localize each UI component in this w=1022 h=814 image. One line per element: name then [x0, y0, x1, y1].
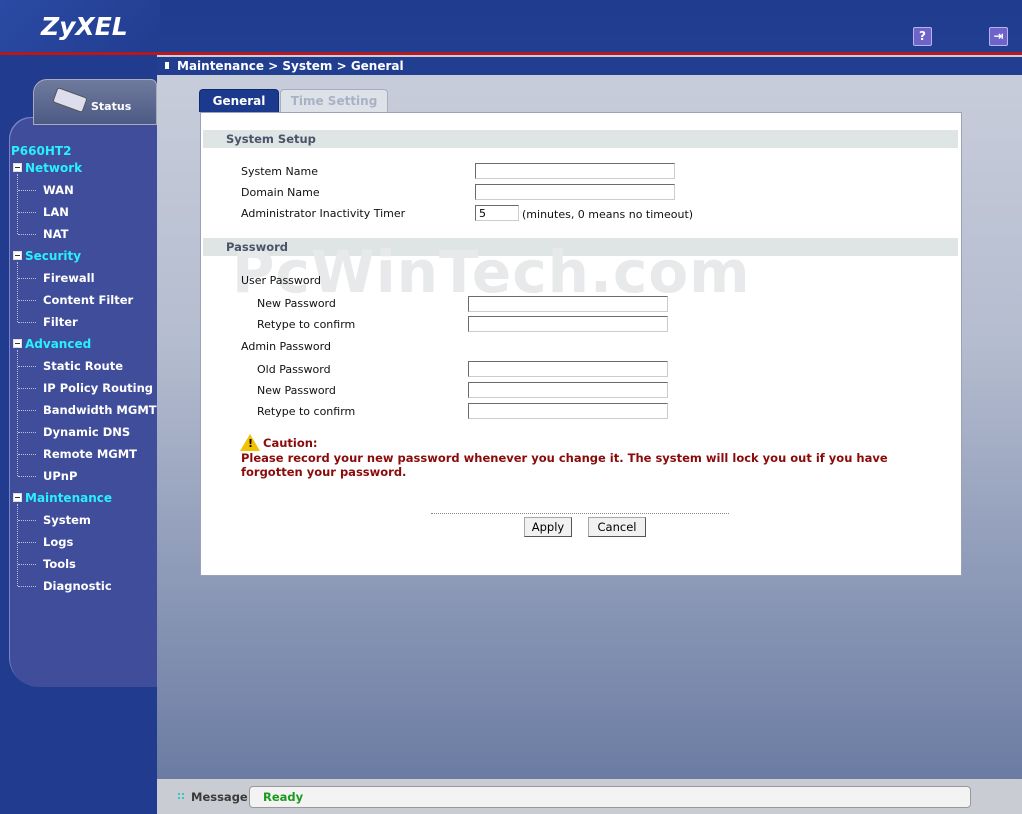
admin-old-password-label: Old Password: [257, 363, 331, 376]
collapse-icon[interactable]: [13, 339, 22, 348]
nav-group-security[interactable]: Security: [13, 249, 81, 263]
user-retype-label: Retype to confirm: [257, 318, 356, 331]
warning-icon: !: [240, 434, 260, 451]
tree-tick: [18, 366, 36, 367]
user-password-label: User Password: [241, 274, 321, 287]
tree-tick: [18, 278, 36, 279]
tree-tick: [18, 542, 36, 543]
system-setup-title: System Setup: [226, 132, 316, 146]
message-field: [249, 786, 971, 808]
system-name-label: System Name: [241, 165, 318, 178]
logo-area: ZyXEL: [0, 0, 160, 52]
domain-name-input[interactable]: [475, 184, 675, 200]
nav-group-maintenance[interactable]: Maintenance: [13, 491, 112, 505]
tab-time-setting[interactable]: Time Setting: [280, 89, 388, 112]
domain-name-label: Domain Name: [241, 186, 320, 199]
message-label: Message: [191, 790, 248, 804]
status-bar: Message Ready: [157, 779, 1022, 814]
nav-group-network[interactable]: Network: [13, 161, 82, 175]
admin-password-label: Admin Password: [241, 340, 331, 353]
tree-tick: [18, 212, 36, 213]
nav-item-upnp[interactable]: UPnP: [43, 469, 77, 483]
nav-item-filter[interactable]: Filter: [43, 315, 78, 329]
admin-retype-label: Retype to confirm: [257, 405, 356, 418]
nav-item-content-filter[interactable]: Content Filter: [43, 293, 133, 307]
tree-tick: [18, 190, 36, 191]
admin-retype-input[interactable]: [468, 403, 668, 419]
tree-tick: [18, 322, 36, 323]
device-model: P660HT2: [11, 144, 72, 158]
button-divider: [431, 513, 729, 514]
tree-tick: [18, 454, 36, 455]
status-tab[interactable]: Status: [33, 79, 157, 125]
caution-text: Please record your new password whenever…: [241, 451, 888, 479]
breadcrumb-marker-icon: [165, 62, 169, 69]
tree-line: [17, 504, 18, 586]
apply-button[interactable]: Apply: [524, 517, 572, 537]
admin-new-password-label: New Password: [257, 384, 336, 397]
tree-tick: [18, 586, 36, 587]
nav-item-lan[interactable]: LAN: [43, 205, 69, 219]
message-value: Ready: [263, 790, 304, 804]
nav-item-bandwidth-mgmt[interactable]: Bandwidth MGMT: [43, 403, 157, 417]
help-icon[interactable]: ?: [913, 27, 932, 46]
collapse-icon[interactable]: [13, 251, 22, 260]
tree-tick: [18, 476, 36, 477]
nav-item-remote-mgmt[interactable]: Remote MGMT: [43, 447, 137, 461]
tree-tick: [18, 300, 36, 301]
inactivity-timer-label: Administrator Inactivity Timer: [241, 207, 406, 220]
system-name-input[interactable]: [475, 163, 675, 179]
nav-item-wan[interactable]: WAN: [43, 183, 74, 197]
caution-title: Caution:: [263, 436, 318, 450]
nav-item-ip-policy-routing[interactable]: IP Policy Routing: [43, 381, 153, 395]
nav-item-logs[interactable]: Logs: [43, 535, 73, 549]
sidebar-nav-panel: [9, 117, 157, 687]
message-dots-icon: [177, 792, 184, 799]
cancel-button[interactable]: Cancel: [588, 517, 646, 537]
inactivity-timer-input[interactable]: [475, 205, 519, 221]
inactivity-timer-hint: (minutes, 0 means no timeout): [522, 208, 694, 221]
logout-icon[interactable]: ⇥: [989, 27, 1008, 46]
nav-item-diagnostic[interactable]: Diagnostic: [43, 579, 112, 593]
collapse-icon[interactable]: [13, 493, 22, 502]
admin-new-password-input[interactable]: [468, 382, 668, 398]
nav-item-system[interactable]: System: [43, 513, 91, 527]
user-retype-input[interactable]: [468, 316, 668, 332]
tab-general[interactable]: General: [199, 89, 279, 112]
tree-line: [17, 174, 18, 234]
collapse-icon[interactable]: [13, 163, 22, 172]
nav-item-static-route[interactable]: Static Route: [43, 359, 123, 373]
tree-line: [17, 262, 18, 322]
status-tab-label: Status: [91, 100, 132, 113]
nav-item-dynamic-dns[interactable]: Dynamic DNS: [43, 425, 130, 439]
system-setup-bar: [203, 130, 958, 148]
admin-old-password-input[interactable]: [468, 361, 668, 377]
tree-tick: [18, 520, 36, 521]
breadcrumb: Maintenance > System > General: [177, 59, 404, 73]
tree-tick: [18, 388, 36, 389]
zyxel-logo: ZyXEL: [41, 12, 128, 41]
nav-item-nat[interactable]: NAT: [43, 227, 68, 241]
nav-group-advanced[interactable]: Advanced: [13, 337, 91, 351]
user-new-password-label: New Password: [257, 297, 336, 310]
password-section-title: Password: [226, 240, 288, 254]
tree-tick: [18, 432, 36, 433]
tree-tick: [18, 410, 36, 411]
router-icon: [52, 87, 88, 113]
nav-item-firewall[interactable]: Firewall: [43, 271, 95, 285]
tree-tick: [18, 564, 36, 565]
nav-item-tools[interactable]: Tools: [43, 557, 76, 571]
user-new-password-input[interactable]: [468, 296, 668, 312]
tree-line: [17, 350, 18, 476]
tree-tick: [18, 234, 36, 235]
